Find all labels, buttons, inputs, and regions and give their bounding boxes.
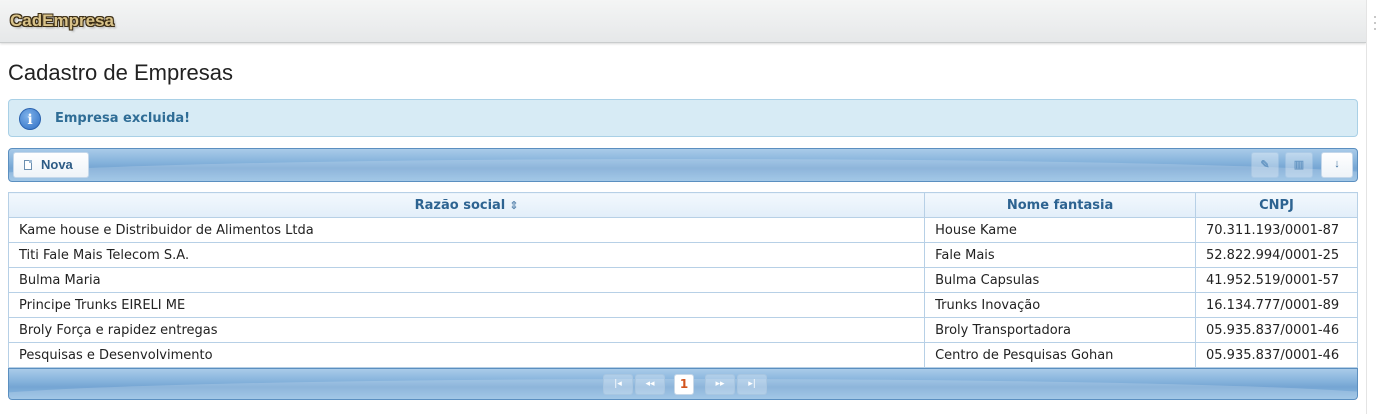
document-icon xyxy=(24,160,32,170)
cell-razao-social: Broly Força e rapidez entregas xyxy=(7,317,926,343)
top-bar: CadEmpresa xyxy=(0,0,1366,43)
cell-cnpj: 16.134.777/0001-89 xyxy=(1195,292,1358,318)
first-page-icon: |◂ xyxy=(614,379,622,389)
cell-cnpj: 05.935.837/0001-46 xyxy=(1195,342,1358,368)
download-button[interactable]: ↓ xyxy=(1321,152,1353,178)
companies-table: Razão social ⇕ Nome fantasia CNPJ Kame ho… xyxy=(7,192,1358,368)
table-row[interactable]: Kame house e Distribuidor de Alimentos L… xyxy=(7,217,1358,243)
cell-nome-fantasia: Centro de Pesquisas Gohan xyxy=(924,342,1196,368)
scrollbar[interactable] xyxy=(1366,0,1381,414)
cell-razao-social: Titi Fale Mais Telecom S.A. xyxy=(7,242,926,268)
table-row[interactable]: Principe Trunks EIRELI ME Trunks Inovaçã… xyxy=(7,292,1358,318)
table-row[interactable]: Broly Força e rapidez entregas Broly Tra… xyxy=(7,317,1358,343)
cell-razao-social: Kame house e Distribuidor de Alimentos L… xyxy=(7,217,926,243)
page-title: Cadastro de Empresas xyxy=(8,60,233,85)
toolbar: Nova ✎ ▥ ↓ xyxy=(8,148,1358,182)
new-button[interactable]: Nova xyxy=(13,152,89,178)
delete-button[interactable]: ▥ xyxy=(1285,152,1313,178)
cell-razao-social: Pesquisas e Desenvolvimento xyxy=(7,342,926,368)
edit-icon: ✎ xyxy=(1260,159,1270,171)
previous-page-button[interactable]: ◂◂ xyxy=(635,374,665,395)
cell-razao-social: Principe Trunks EIRELI ME xyxy=(7,292,926,318)
info-message-text: Empresa excluida! xyxy=(55,111,191,126)
table-row[interactable]: Pesquisas e Desenvolvimento Centro de Pe… xyxy=(7,342,1358,368)
cell-cnpj: 05.935.837/0001-46 xyxy=(1195,317,1358,343)
table-header-row: Razão social ⇕ Nome fantasia CNPJ xyxy=(7,192,1358,218)
column-header-nome-fantasia: Nome fantasia xyxy=(924,192,1196,218)
new-button-label: Nova xyxy=(41,157,73,172)
cell-nome-fantasia: Broly Transportadora xyxy=(924,317,1196,343)
paginator: |◂ ◂◂ 1 ▸▸ ▸| xyxy=(8,368,1358,400)
edit-button[interactable]: ✎ xyxy=(1251,152,1279,178)
last-page-icon: ▸| xyxy=(748,379,756,389)
cell-nome-fantasia: House Kame xyxy=(924,217,1196,243)
info-icon: i xyxy=(19,108,41,130)
page-number-button[interactable]: 1 xyxy=(674,374,694,395)
cell-cnpj: 52.822.994/0001-25 xyxy=(1195,242,1358,268)
last-page-button[interactable]: ▸| xyxy=(737,374,767,395)
sort-icon[interactable]: ⇕ xyxy=(509,199,518,212)
cell-cnpj: 41.952.519/0001-57 xyxy=(1195,267,1358,293)
cell-razao-social: Bulma Maria xyxy=(7,267,926,293)
first-page-button[interactable]: |◂ xyxy=(603,374,633,395)
cell-nome-fantasia: Fale Mais xyxy=(924,242,1196,268)
cell-nome-fantasia: Trunks Inovação xyxy=(924,292,1196,318)
app-brand[interactable]: CadEmpresa xyxy=(10,11,114,31)
scrollbar-grip[interactable] xyxy=(1374,16,1377,34)
info-message: i Empresa excluida! xyxy=(8,99,1358,137)
column-header-razao-social[interactable]: Razão social ⇕ xyxy=(7,192,926,218)
next-page-icon: ▸▸ xyxy=(715,379,725,389)
previous-page-icon: ◂◂ xyxy=(645,379,655,389)
table-row[interactable]: Titi Fale Mais Telecom S.A. Fale Mais 52… xyxy=(7,242,1358,268)
download-icon: ↓ xyxy=(1334,158,1340,170)
next-page-button[interactable]: ▸▸ xyxy=(705,374,735,395)
cell-cnpj: 70.311.193/0001-87 xyxy=(1195,217,1358,243)
table-row[interactable]: Bulma Maria Bulma Capsulas 41.952.519/00… xyxy=(7,267,1358,293)
column-header-label: Razão social xyxy=(414,197,506,213)
cell-nome-fantasia: Bulma Capsulas xyxy=(924,267,1196,293)
column-header-cnpj: CNPJ xyxy=(1195,192,1358,218)
trash-icon: ▥ xyxy=(1293,159,1305,171)
